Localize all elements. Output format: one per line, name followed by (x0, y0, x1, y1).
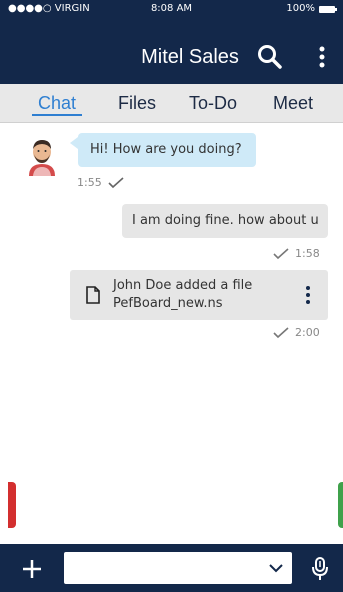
composer-bar (0, 544, 343, 592)
message-meta: 1:58 (273, 247, 320, 260)
battery-label: 100% (286, 3, 315, 14)
outgoing-message[interactable]: I am doing fine. how about u (122, 204, 328, 238)
check-icon (108, 176, 124, 188)
search-icon (258, 45, 282, 69)
add-attachment-button[interactable] (20, 557, 44, 581)
file-options-button[interactable] (298, 282, 318, 308)
active-tab-indicator (32, 114, 82, 116)
message-text: Hi! How are you doing? (90, 142, 242, 157)
voice-input-button[interactable] (308, 556, 332, 582)
battery-status: 100% (286, 0, 337, 18)
composer-dropdown-button[interactable] (268, 560, 284, 576)
status-bar: ●●●●○ VIRGIN 8:08 AM 100% (0, 0, 343, 18)
battery-icon (319, 5, 337, 13)
tab-files[interactable]: Files (118, 92, 156, 114)
more-vertical-icon (319, 46, 325, 68)
file-message[interactable]: John Doe added a file PefBoard_new.ns (70, 270, 328, 320)
message-time: 1:55 (77, 176, 102, 189)
tab-chat[interactable]: Chat (38, 92, 76, 114)
more-menu-button[interactable] (310, 42, 334, 72)
message-time: 1:58 (295, 247, 320, 260)
right-edge-handle[interactable] (338, 482, 343, 528)
more-vertical-icon (306, 286, 310, 304)
message-time: 2:00 (295, 326, 320, 339)
file-icon (86, 286, 100, 304)
incoming-message[interactable]: Hi! How are you doing? (70, 133, 256, 167)
left-edge-handle[interactable] (8, 482, 16, 528)
message-input[interactable] (64, 552, 292, 584)
page-title: Mitel Sales (141, 46, 239, 68)
check-icon (273, 247, 289, 259)
check-icon (273, 326, 289, 338)
message-meta: 1:55 (77, 176, 124, 189)
file-name[interactable]: PefBoard_new.ns (113, 296, 222, 311)
tab-bar: Chat Files To-Do Meet (0, 84, 343, 123)
tab-meet[interactable]: Meet (273, 92, 313, 114)
plus-icon (23, 560, 41, 578)
message-text: I am doing fine. how about u (132, 213, 319, 228)
bubble-tail (70, 137, 78, 149)
file-event-text: John Doe added a file (113, 278, 253, 293)
chevron-down-icon (269, 564, 283, 573)
avatar[interactable] (24, 136, 60, 176)
tab-todo[interactable]: To-Do (189, 92, 237, 114)
message-meta: 2:00 (273, 326, 320, 339)
search-button[interactable] (255, 42, 285, 72)
app-header: ●●●●○ VIRGIN 8:08 AM 100% Mitel Sales (0, 0, 343, 84)
microphone-icon (312, 557, 328, 580)
